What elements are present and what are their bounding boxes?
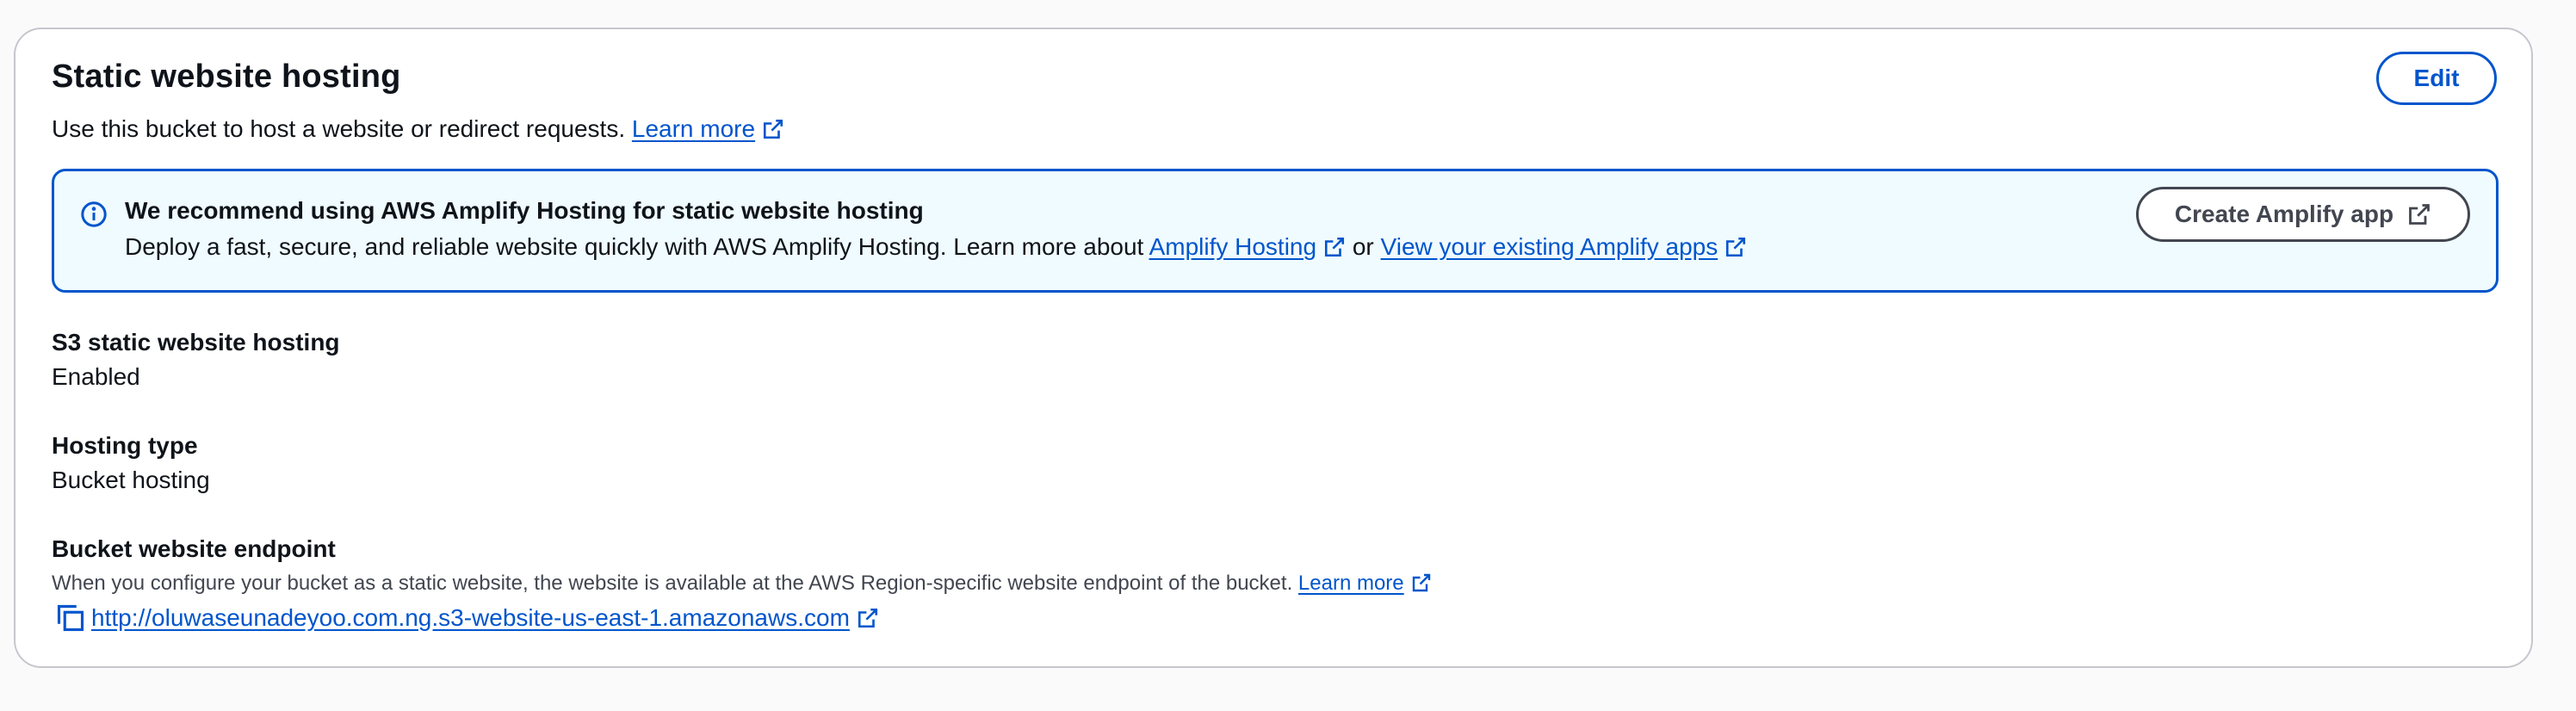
alert-body-text: Deploy a fast, secure, and reliable webs… <box>125 233 1144 260</box>
endpoint-learn-more-label: Learn more <box>1297 572 1404 595</box>
s3-static-hosting-label: S3 static website hosting <box>52 329 340 356</box>
learn-more-link[interactable]: Learn more <box>632 115 784 142</box>
s3-static-hosting-value: Enabled <box>52 363 140 390</box>
external-link-icon <box>764 119 783 139</box>
edit-button[interactable]: Edit <box>2376 52 2497 105</box>
alert-body: Deploy a fast, secure, and reliable webs… <box>125 233 1747 261</box>
info-icon <box>81 201 107 227</box>
external-link-icon <box>858 608 877 628</box>
panel-title: Static website hosting <box>52 59 401 95</box>
hosting-type-value: Bucket hosting <box>52 467 210 493</box>
external-link-icon <box>2409 204 2430 225</box>
create-amplify-app-button[interactable]: Create Amplify app <box>2136 187 2470 242</box>
endpoint-description-text: When you configure your bucket as a stat… <box>52 572 1293 595</box>
endpoint-url-row: http://oluwaseunadeyoo.com.ng.s3-website… <box>55 603 879 634</box>
hosting-type-label: Hosting type <box>52 432 198 459</box>
copy-icon[interactable] <box>55 603 86 634</box>
learn-more-label: Learn more <box>631 115 756 142</box>
external-link-icon <box>1412 573 1430 592</box>
external-link-icon <box>1325 237 1345 257</box>
endpoint-learn-more-link[interactable]: Learn more <box>1298 572 1432 595</box>
alert-connector: or <box>1352 233 1374 260</box>
alert-title: We recommend using AWS Amplify Hosting f… <box>125 197 924 224</box>
endpoint-url: http://oluwaseunadeyoo.com.ng.s3-website… <box>91 604 850 631</box>
amplify-recommendation-alert: We recommend using AWS Amplify Hosting f… <box>52 169 2499 293</box>
create-amplify-app-label: Create Amplify app <box>2174 201 2394 227</box>
external-link-icon <box>1726 237 1746 257</box>
static-website-hosting-panel: Static website hosting Use this bucket t… <box>14 28 2533 668</box>
amplify-hosting-label: Amplify Hosting <box>1149 233 1317 260</box>
endpoint-url-link[interactable]: http://oluwaseunadeyoo.com.ng.s3-website… <box>91 604 879 632</box>
panel-description-text: Use this bucket to host a website or red… <box>52 115 626 142</box>
view-existing-apps-label: View your existing Amplify apps <box>1380 233 1718 260</box>
endpoint-description: When you configure your bucket as a stat… <box>52 572 1432 596</box>
bucket-website-endpoint-label: Bucket website endpoint <box>52 535 336 562</box>
panel-description: Use this bucket to host a website or red… <box>52 115 784 143</box>
view-existing-amplify-apps-link[interactable]: View your existing Amplify apps <box>1381 233 1748 260</box>
amplify-hosting-link[interactable]: Amplify Hosting <box>1149 233 1347 260</box>
